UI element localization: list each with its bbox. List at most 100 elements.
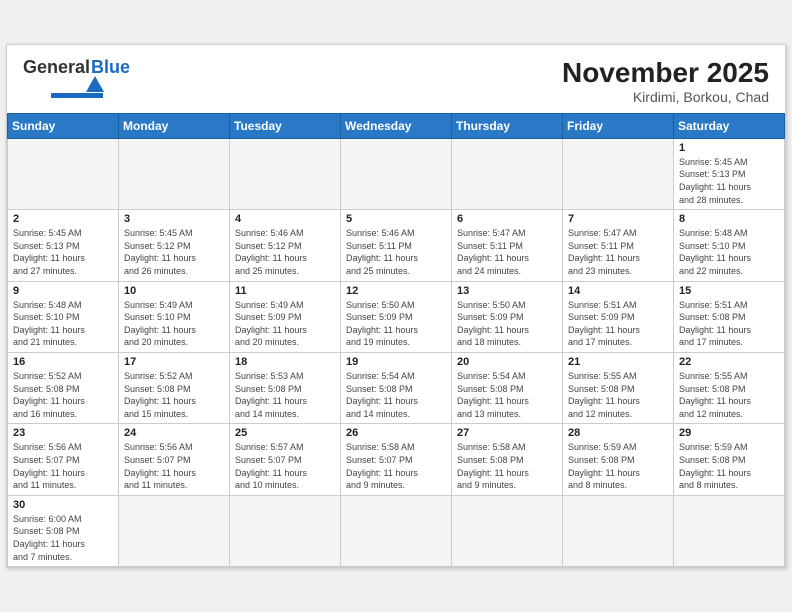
calendar-container: General Blue November 2025 Kirdimi, Bork… [6,44,786,568]
day-info: Sunrise: 5:58 AM Sunset: 5:07 PM Dayligh… [346,441,446,491]
day-cell [119,138,230,209]
day-cell [230,495,341,566]
day-number: 15 [679,285,779,297]
day-number: 11 [235,285,335,297]
day-cell: 23Sunrise: 5:56 AM Sunset: 5:07 PM Dayli… [8,424,119,495]
day-cell: 24Sunrise: 5:56 AM Sunset: 5:07 PM Dayli… [119,424,230,495]
day-number: 16 [13,356,113,368]
day-info: Sunrise: 5:47 AM Sunset: 5:11 PM Dayligh… [568,227,668,277]
day-cell: 21Sunrise: 5:55 AM Sunset: 5:08 PM Dayli… [563,353,674,424]
day-number: 6 [457,213,557,225]
day-cell: 1 Sunrise: 5:45 AM Sunset: 5:13 PM Daylig… [674,138,785,209]
day-number: 27 [457,427,557,439]
day-number: 8 [679,213,779,225]
day-cell: 10 Sunrise: 5:49 AM Sunset: 5:10 PM Dayli… [119,281,230,352]
week-row-4: 16 Sunrise: 5:52 AM Sunset: 5:08 PM Dayli… [8,353,785,424]
logo-blue-bar [51,93,103,98]
day-number: 23 [13,427,113,439]
day-cell: 22 Sunrise: 5:55 AM Sunset: 5:08 PM Dayli… [674,353,785,424]
day-info: Sunrise: 5:45 AM Sunset: 5:12 PM Dayligh… [124,227,224,277]
day-info: Sunrise: 5:55 AM Sunset: 5:08 PM Dayligh… [568,370,668,420]
day-info: Sunrise: 5:46 AM Sunset: 5:11 PM Dayligh… [346,227,446,277]
day-cell [341,495,452,566]
day-number: 20 [457,356,557,368]
day-info: Sunrise: 5:45 AM Sunset: 5:13 PM Dayligh… [679,156,779,206]
day-number: 9 [13,285,113,297]
day-number: 5 [346,213,446,225]
calendar-header-row: Sunday Monday Tuesday Wednesday Thursday… [8,113,785,138]
week-row-3: 9Sunrise: 5:48 AM Sunset: 5:10 PM Daylig… [8,281,785,352]
week-row-2: 2Sunrise: 5:45 AM Sunset: 5:13 PM Daylig… [8,210,785,281]
day-number: 10 [124,285,224,297]
day-info: Sunrise: 5:59 AM Sunset: 5:08 PM Dayligh… [568,441,668,491]
location-subtitle: Kirdimi, Borkou, Chad [562,89,769,105]
day-number: 1 [679,142,779,154]
day-info: Sunrise: 5:55 AM Sunset: 5:08 PM Dayligh… [679,370,779,420]
day-number: 19 [346,356,446,368]
day-cell: 8 Sunrise: 5:48 AM Sunset: 5:10 PM Daylig… [674,210,785,281]
day-info: Sunrise: 5:46 AM Sunset: 5:12 PM Dayligh… [235,227,335,277]
day-number: 12 [346,285,446,297]
day-number: 7 [568,213,668,225]
day-number: 4 [235,213,335,225]
day-number: 3 [124,213,224,225]
day-cell: 28 Sunrise: 5:59 AM Sunset: 5:08 PM Dayli… [563,424,674,495]
logo-icon: General Blue [23,57,130,98]
day-number: 18 [235,356,335,368]
day-info: Sunrise: 5:54 AM Sunset: 5:08 PM Dayligh… [457,370,557,420]
logo-triangle [86,76,104,92]
col-thursday: Thursday [452,113,563,138]
col-monday: Monday [119,113,230,138]
day-info: Sunrise: 5:48 AM Sunset: 5:10 PM Dayligh… [679,227,779,277]
day-cell: 30Sunrise: 6:00 AM Sunset: 5:08 PM Dayli… [8,495,119,566]
day-cell: 29Sunrise: 5:59 AM Sunset: 5:08 PM Dayli… [674,424,785,495]
day-cell: 20 Sunrise: 5:54 AM Sunset: 5:08 PM Dayli… [452,353,563,424]
day-cell: 26Sunrise: 5:58 AM Sunset: 5:07 PM Dayli… [341,424,452,495]
day-cell: 13 Sunrise: 5:50 AM Sunset: 5:09 PM Dayli… [452,281,563,352]
day-number: 17 [124,356,224,368]
day-number: 24 [124,427,224,439]
day-cell [119,495,230,566]
week-row-5: 23Sunrise: 5:56 AM Sunset: 5:07 PM Dayli… [8,424,785,495]
day-info: Sunrise: 5:50 AM Sunset: 5:09 PM Dayligh… [346,299,446,349]
col-sunday: Sunday [8,113,119,138]
logo: General Blue [23,57,132,98]
day-number: 25 [235,427,335,439]
day-info: Sunrise: 5:52 AM Sunset: 5:08 PM Dayligh… [124,370,224,420]
day-info: Sunrise: 6:00 AM Sunset: 5:08 PM Dayligh… [13,513,113,563]
day-info: Sunrise: 5:58 AM Sunset: 5:08 PM Dayligh… [457,441,557,491]
day-info: Sunrise: 5:49 AM Sunset: 5:10 PM Dayligh… [124,299,224,349]
day-info: Sunrise: 5:47 AM Sunset: 5:11 PM Dayligh… [457,227,557,277]
day-cell: 3 Sunrise: 5:45 AM Sunset: 5:12 PM Daylig… [119,210,230,281]
day-cell: 7 Sunrise: 5:47 AM Sunset: 5:11 PM Daylig… [563,210,674,281]
day-cell: 2Sunrise: 5:45 AM Sunset: 5:13 PM Daylig… [8,210,119,281]
day-cell: 14Sunrise: 5:51 AM Sunset: 5:09 PM Dayli… [563,281,674,352]
day-info: Sunrise: 5:51 AM Sunset: 5:09 PM Dayligh… [568,299,668,349]
day-info: Sunrise: 5:45 AM Sunset: 5:13 PM Dayligh… [13,227,113,277]
day-info: Sunrise: 5:57 AM Sunset: 5:07 PM Dayligh… [235,441,335,491]
day-cell: 15Sunrise: 5:51 AM Sunset: 5:08 PM Dayli… [674,281,785,352]
day-cell: 9Sunrise: 5:48 AM Sunset: 5:10 PM Daylig… [8,281,119,352]
day-cell: 11Sunrise: 5:49 AM Sunset: 5:09 PM Dayli… [230,281,341,352]
day-number: 22 [679,356,779,368]
week-row-6: 30Sunrise: 6:00 AM Sunset: 5:08 PM Dayli… [8,495,785,566]
day-cell [563,138,674,209]
day-number: 28 [568,427,668,439]
day-cell [452,495,563,566]
day-cell: 4 Sunrise: 5:46 AM Sunset: 5:12 PM Daylig… [230,210,341,281]
day-info: Sunrise: 5:50 AM Sunset: 5:09 PM Dayligh… [457,299,557,349]
day-cell: 16Sunrise: 5:52 AM Sunset: 5:08 PM Dayli… [8,353,119,424]
day-cell: 18 Sunrise: 5:53 AM Sunset: 5:08 PM Dayli… [230,353,341,424]
title-section: November 2025 Kirdimi, Borkou, Chad [562,57,769,105]
day-cell [230,138,341,209]
day-cell [452,138,563,209]
logo-general-text: General [23,57,90,78]
calendar-header: General Blue November 2025 Kirdimi, Bork… [7,45,785,113]
day-info: Sunrise: 5:53 AM Sunset: 5:08 PM Dayligh… [235,370,335,420]
day-cell [674,495,785,566]
day-number: 13 [457,285,557,297]
day-cell [8,138,119,209]
day-cell: 27 Sunrise: 5:58 AM Sunset: 5:08 PM Dayli… [452,424,563,495]
day-cell: 12 Sunrise: 5:50 AM Sunset: 5:09 PM Dayli… [341,281,452,352]
logo-blue-text: Blue [91,57,130,78]
